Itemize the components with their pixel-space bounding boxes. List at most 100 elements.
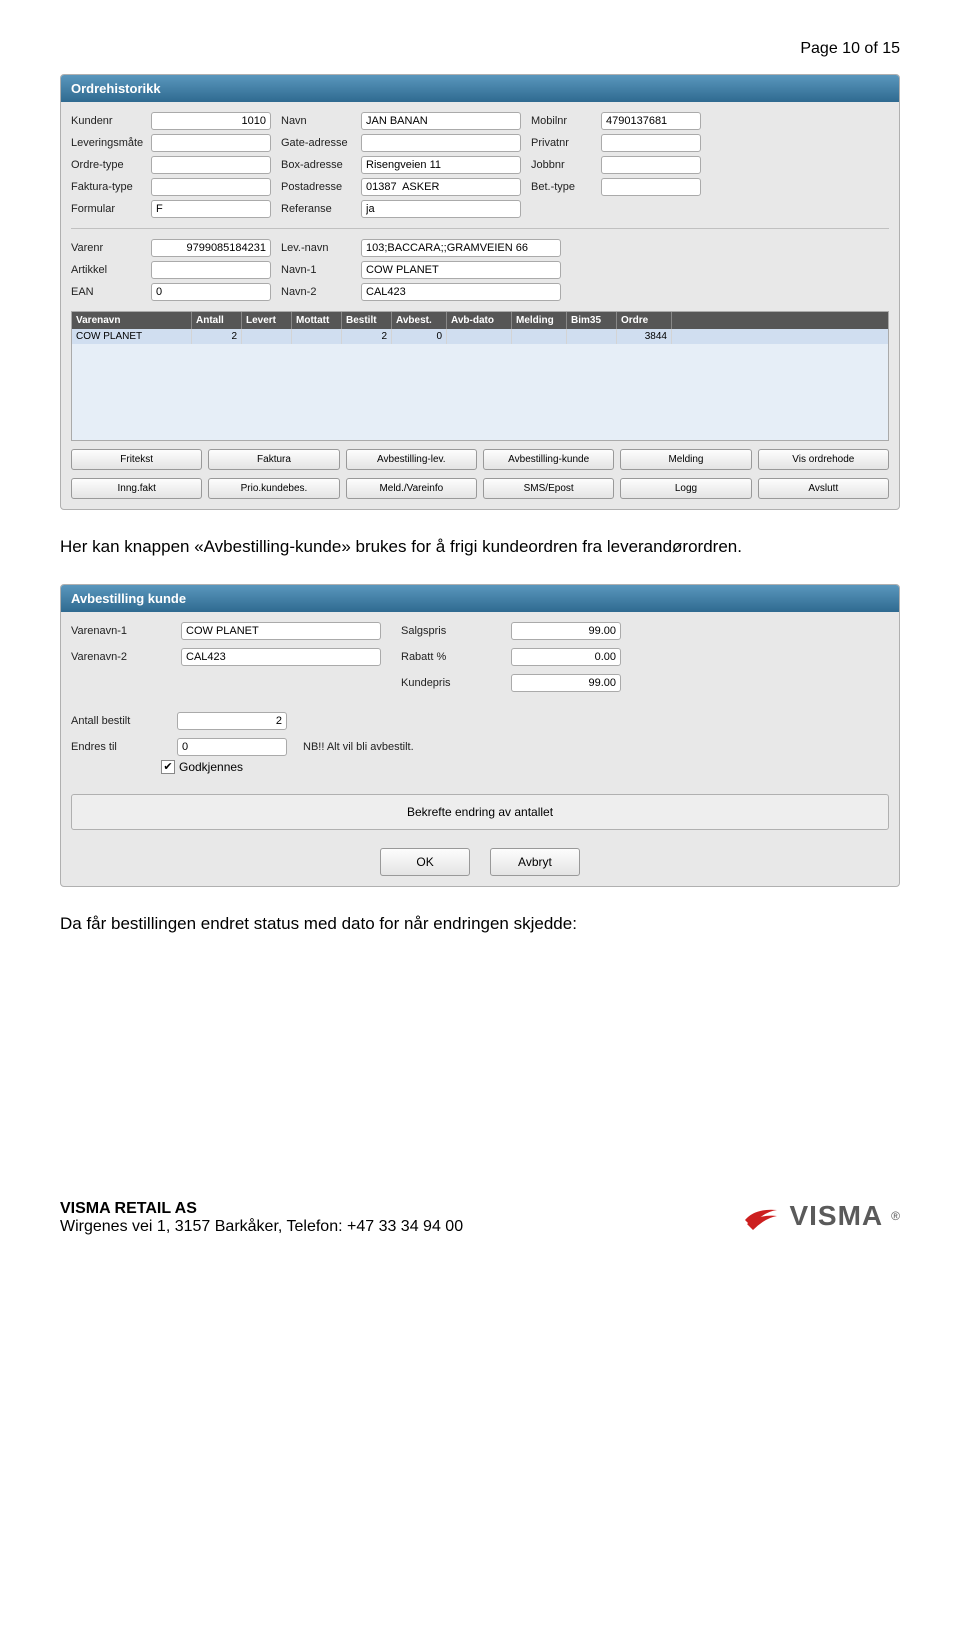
col-levert: Levert [242,312,292,329]
ref-input[interactable] [361,200,521,218]
meld-vareinfo-button[interactable]: Meld./Vareinfo [346,478,477,499]
avbestilling-kunde-button[interactable]: Avbestilling-kunde [483,449,614,470]
table-row[interactable]: COW PLANET 2 2 0 3844 [72,329,888,344]
col-melding: Melding [512,312,567,329]
paragraph-2: Da får bestillingen endret status med da… [60,911,900,937]
page-number: Page 10 of 15 [60,40,900,58]
endres-input[interactable] [177,738,287,756]
avbestilling-lev-button[interactable]: Avbestilling-lev. [346,449,477,470]
faktura-button[interactable]: Faktura [208,449,339,470]
cell-bim35 [567,329,617,344]
visma-logo-text: VISMA [789,1200,883,1232]
confirm-banner: Bekrefte endring av antallet [71,794,889,830]
avbryt-button[interactable]: Avbryt [490,848,580,876]
godkjennes-checkbox[interactable]: ✔ [161,760,175,774]
cell-avbdato [447,329,512,344]
ean-input[interactable] [151,283,271,301]
ordrehistorikk-panel: Ordrehistorikk Kundenr Navn Mobilnr Leve… [60,74,900,510]
bettype-label: Bet.-type [531,181,591,193]
ordretype-label: Ordre-type [71,159,141,171]
grid-header: Varenavn Antall Levert Mottatt Bestilt A… [72,312,888,329]
box-label: Box-adresse [281,159,351,171]
salgspris-input[interactable] [511,622,621,640]
fritekst-button[interactable]: Fritekst [71,449,202,470]
cell-varenavn: COW PLANET [72,329,192,344]
cell-levert [242,329,292,344]
navn-input[interactable] [361,112,521,130]
cell-mottatt [292,329,342,344]
registered-icon: ® [891,1209,900,1223]
avbestilling-kunde-panel: Avbestilling kunde Varenavn-1 Salgspris … [60,584,900,887]
page-footer: VISMA RETAIL AS Wirgenes vei 1, 3157 Bar… [60,1196,900,1236]
varenavn2-label: Varenavn-2 [71,651,161,663]
cell-bestilt: 2 [342,329,392,344]
levnavn-label: Lev.-navn [281,242,351,254]
artikkel-label: Artikkel [71,264,141,276]
levnavn-input[interactable] [361,239,561,257]
ordretype-input[interactable] [151,156,271,174]
cell-antall: 2 [192,329,242,344]
gate-input[interactable] [361,134,521,152]
col-antall: Antall [192,312,242,329]
col-avbest: Avbest. [392,312,447,329]
navn2-input[interactable] [361,283,561,301]
footer-company: VISMA RETAIL AS [60,1200,463,1218]
mobilnr-input[interactable] [601,112,701,130]
vis-ordrehode-button[interactable]: Vis ordrehode [758,449,889,470]
salgspris-label: Salgspris [401,625,491,637]
varenavn2-input[interactable] [181,648,381,666]
mobilnr-label: Mobilnr [531,115,591,127]
kundepris-label: Kundepris [401,677,491,689]
ok-button[interactable]: OK [380,848,470,876]
navn1-input[interactable] [361,261,561,279]
order-grid: Varenavn Antall Levert Mottatt Bestilt A… [71,311,889,441]
box-input[interactable] [361,156,521,174]
cell-avbest: 0 [392,329,447,344]
kundenr-input[interactable] [151,112,271,130]
sms-epost-button[interactable]: SMS/Epost [483,478,614,499]
varenr-input[interactable] [151,239,271,257]
antall-input[interactable] [177,712,287,730]
rabatt-input[interactable] [511,648,621,666]
kundenr-label: Kundenr [71,115,141,127]
kundepris-input[interactable] [511,674,621,692]
col-mottatt: Mottatt [292,312,342,329]
navn1-label: Navn-1 [281,264,351,276]
cell-melding [512,329,567,344]
melding-button[interactable]: Melding [620,449,751,470]
panel2-title: Avbestilling kunde [61,585,899,612]
panel-title: Ordrehistorikk [61,75,899,102]
varenavn1-input[interactable] [181,622,381,640]
formular-label: Formular [71,203,141,215]
fakturatype-input[interactable] [151,178,271,196]
prio-button[interactable]: Prio.kundebes. [208,478,339,499]
artikkel-input[interactable] [151,261,271,279]
col-varenavn: Varenavn [72,312,192,329]
varenavn1-label: Varenavn-1 [71,625,161,637]
endres-label: Endres til [71,741,161,753]
godkjennes-label: Godkjennes [179,760,243,774]
navn2-label: Navn-2 [281,286,351,298]
lev-input[interactable] [151,134,271,152]
avslutt-button[interactable]: Avslutt [758,478,889,499]
visma-swoosh-icon [741,1196,781,1236]
ref-label: Referanse [281,203,351,215]
rabatt-label: Rabatt % [401,651,491,663]
jobbnr-input[interactable] [601,156,701,174]
col-bestilt: Bestilt [342,312,392,329]
col-avbdato: Avb-dato [447,312,512,329]
inngfakt-button[interactable]: Inng.fakt [71,478,202,499]
gate-label: Gate-adresse [281,137,351,149]
post-input[interactable] [361,178,521,196]
formular-input[interactable] [151,200,271,218]
varenr-label: Varenr [71,242,141,254]
footer-address: Wirgenes vei 1, 3157 Barkåker, Telefon: … [60,1218,463,1236]
visma-logo: VISMA ® [741,1196,900,1236]
fakturatype-label: Faktura-type [71,181,141,193]
post-label: Postadresse [281,181,351,193]
col-ordre: Ordre [617,312,672,329]
privatnr-label: Privatnr [531,137,591,149]
bettype-input[interactable] [601,178,701,196]
logg-button[interactable]: Logg [620,478,751,499]
privatnr-input[interactable] [601,134,701,152]
